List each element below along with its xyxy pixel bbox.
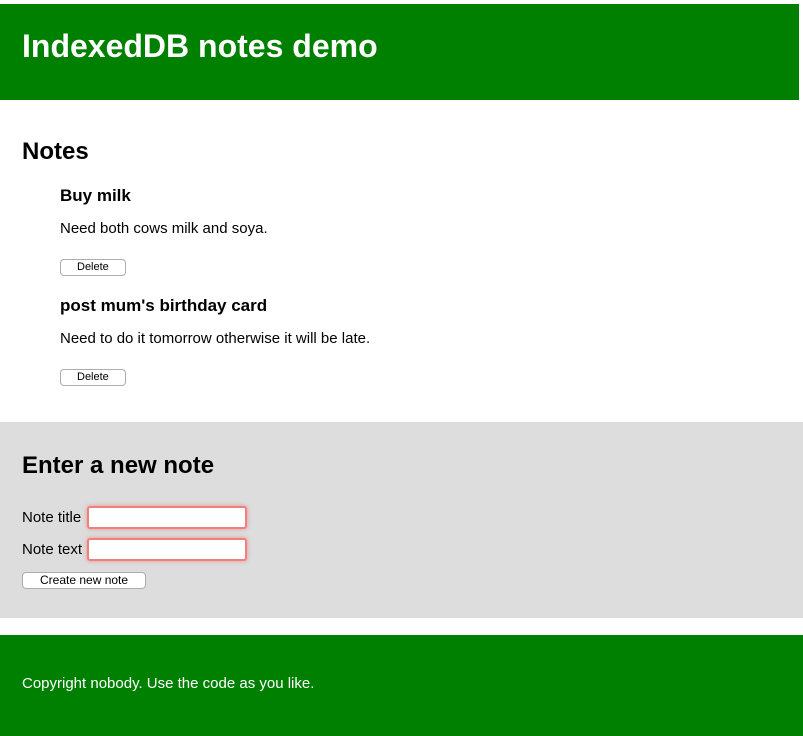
note-title-label: Note title — [22, 509, 87, 526]
page-header: IndexedDB notes demo — [0, 4, 799, 100]
note-body: Need both cows milk and soya. — [60, 220, 781, 238]
note-title-row: Note title — [22, 506, 781, 529]
create-note-button[interactable]: Create new note — [22, 572, 146, 589]
note-text-input[interactable] — [87, 538, 247, 561]
notes-heading: Notes — [22, 138, 781, 166]
delete-note-button[interactable]: Delete — [60, 369, 126, 386]
note-title: post mum's birthday card — [60, 296, 781, 316]
note-title-input[interactable] — [87, 506, 247, 529]
list-item: Buy milk Need both cows milk and soya. D… — [60, 186, 781, 276]
page-footer: Copyright nobody. Use the code as you li… — [0, 635, 803, 736]
note-text-label: Note text — [22, 541, 87, 558]
new-note-form-section: Enter a new note Note title Note text Cr… — [0, 422, 803, 618]
note-list: Buy milk Need both cows milk and soya. D… — [22, 186, 781, 386]
note-title: Buy milk — [60, 186, 781, 206]
delete-note-button[interactable]: Delete — [60, 259, 126, 276]
note-text-row: Note text — [22, 538, 781, 561]
footer-text: Copyright nobody. Use the code as you li… — [22, 675, 781, 693]
page-title: IndexedDB notes demo — [22, 29, 777, 64]
list-item: post mum's birthday card Need to do it t… — [60, 296, 781, 386]
notes-section: Notes Buy milk Need both cows milk and s… — [0, 100, 803, 422]
new-note-heading: Enter a new note — [22, 452, 781, 480]
page: IndexedDB notes demo Notes Buy milk Need… — [0, 0, 803, 736]
note-body: Need to do it tomorrow otherwise it will… — [60, 330, 781, 348]
